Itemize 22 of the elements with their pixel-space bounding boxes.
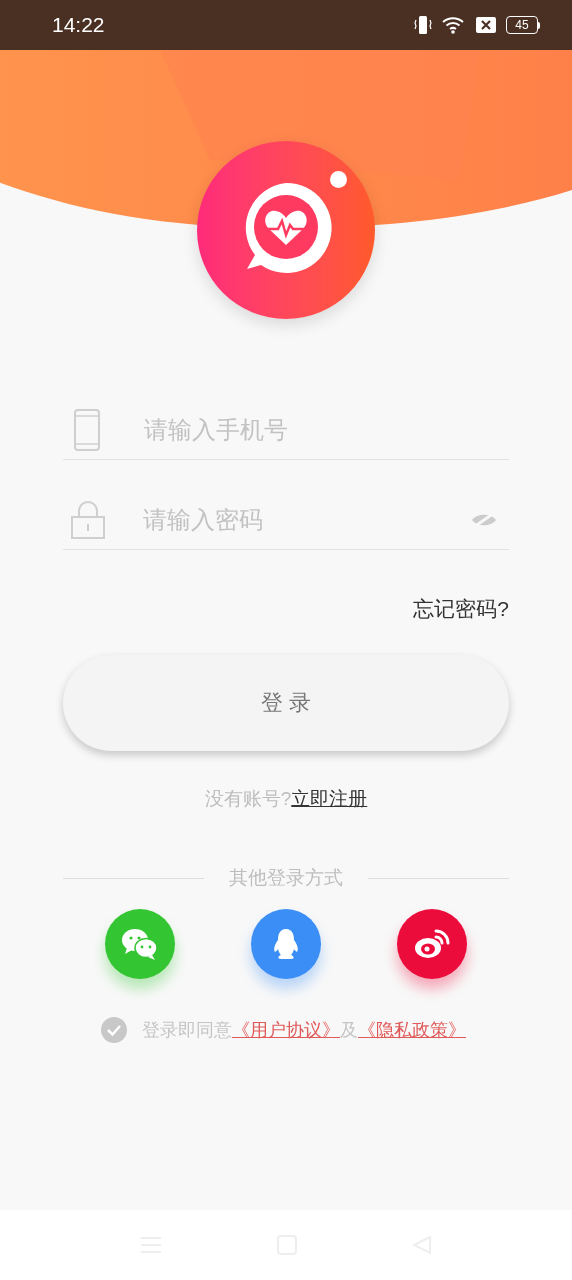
user-agreement-link[interactable]: 《用户协议》: [232, 1016, 340, 1044]
qq-login-button[interactable]: [251, 908, 321, 979]
weibo-login-button[interactable]: [397, 908, 467, 979]
wifi-icon: [442, 15, 466, 35]
wechat-login-button[interactable]: [105, 908, 175, 979]
lock-icon: [70, 499, 106, 540]
chat-bubbles-icon: [121, 926, 159, 961]
forgot-password-link[interactable]: 忘记密码?: [413, 593, 509, 625]
register-prompt: 没有账号?: [204, 786, 292, 811]
register-link[interactable]: 立即注册: [291, 784, 368, 813]
penguin-icon: [272, 927, 300, 960]
vibrate-icon: [414, 15, 432, 35]
login-button[interactable]: 登 录: [63, 654, 509, 751]
hidden-eye-icon[interactable]: [471, 511, 497, 528]
battery-indicator: 45: [506, 16, 540, 34]
other-login-title: 其他登录方式: [229, 866, 343, 890]
eye-swirl-icon: [414, 927, 450, 960]
phone-icon: [73, 407, 101, 452]
privacy-policy-link[interactable]: 《隐私政策》: [358, 1016, 466, 1044]
no-sim-icon: [476, 16, 496, 34]
agree-checkbox[interactable]: [101, 1017, 127, 1043]
clock-time: 14:22: [52, 12, 105, 39]
